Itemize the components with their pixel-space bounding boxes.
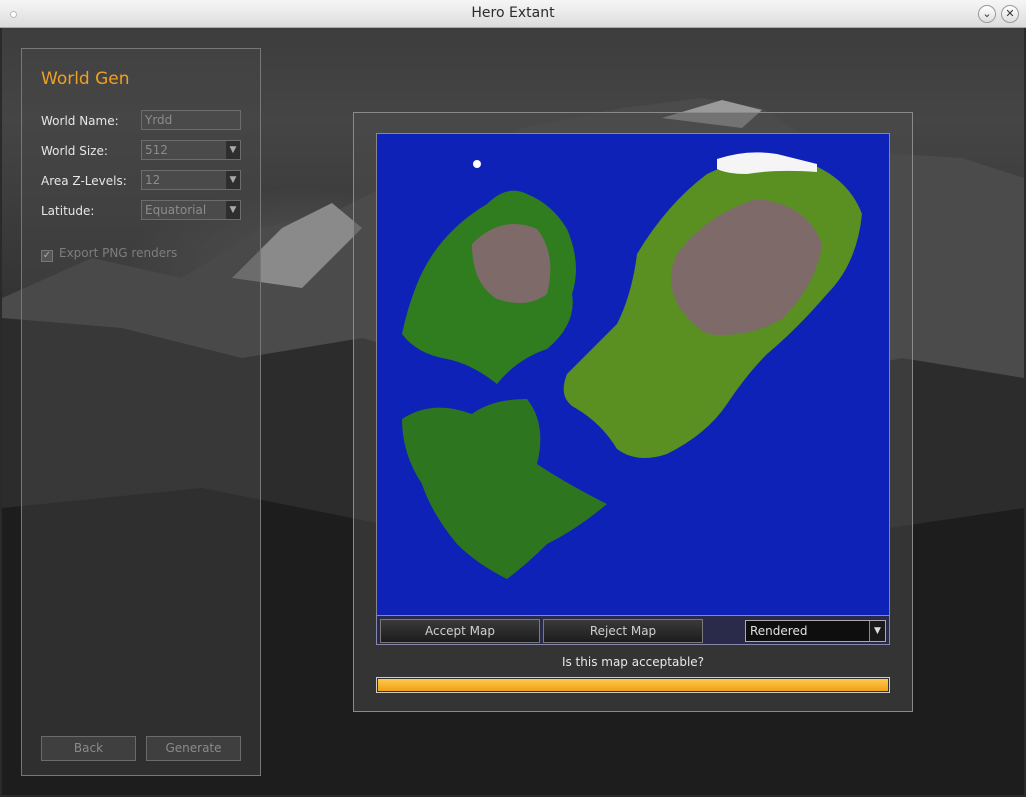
export-png-label: Export PNG renders: [59, 246, 178, 260]
panel-title: World Gen: [41, 69, 130, 89]
area-z-levels-select[interactable]: 12 ▼: [141, 170, 241, 190]
world-size-value: 512: [145, 143, 168, 157]
world-map: [376, 133, 890, 617]
reject-map-button[interactable]: Reject Map: [543, 619, 703, 643]
export-png-checkbox[interactable]: ✓ Export PNG renders: [41, 246, 177, 262]
minimize-icon[interactable]: ⌄: [978, 5, 996, 23]
world-size-label: World Size:: [41, 144, 108, 158]
window-title: Hero Extant: [471, 5, 555, 21]
generate-button[interactable]: Generate: [146, 736, 241, 761]
world-map-render: [377, 134, 889, 616]
map-toolbar: Accept Map Reject Map Rendered ▼: [376, 615, 890, 645]
world-gen-panel: World Gen World Name: Yrdd World Size: 5…: [21, 48, 261, 776]
render-mode-select[interactable]: Rendered ▼: [745, 620, 886, 642]
map-preview-panel: Accept Map Reject Map Rendered ▼ Is this…: [353, 112, 913, 712]
chevron-down-icon: ▼: [226, 141, 240, 159]
progress-fill: [378, 679, 888, 691]
chevron-down-icon: ▼: [226, 171, 240, 189]
latitude-value: Equatorial: [145, 203, 207, 217]
back-button[interactable]: Back: [41, 736, 136, 761]
title-bar: Hero Extant ⌄ ✕: [0, 0, 1026, 28]
close-icon[interactable]: ✕: [1001, 5, 1019, 23]
accept-map-button[interactable]: Accept Map: [380, 619, 540, 643]
checkbox-icon[interactable]: ✓: [41, 250, 53, 262]
area-z-levels-value: 12: [145, 173, 161, 187]
latitude-select[interactable]: Equatorial ▼: [141, 200, 241, 220]
world-size-select[interactable]: 512 ▼: [141, 140, 241, 160]
chevron-down-icon: ▼: [226, 201, 240, 219]
world-name-label: World Name:: [41, 114, 119, 128]
progress-bar: [376, 677, 890, 693]
map-question-text: Is this map acceptable?: [561, 655, 705, 669]
chevron-down-icon: ▼: [869, 621, 885, 641]
render-mode-value: Rendered: [750, 624, 808, 638]
latitude-label: Latitude:: [41, 204, 95, 218]
area-z-levels-label: Area Z-Levels:: [41, 174, 127, 188]
world-name-input[interactable]: Yrdd: [141, 110, 241, 130]
